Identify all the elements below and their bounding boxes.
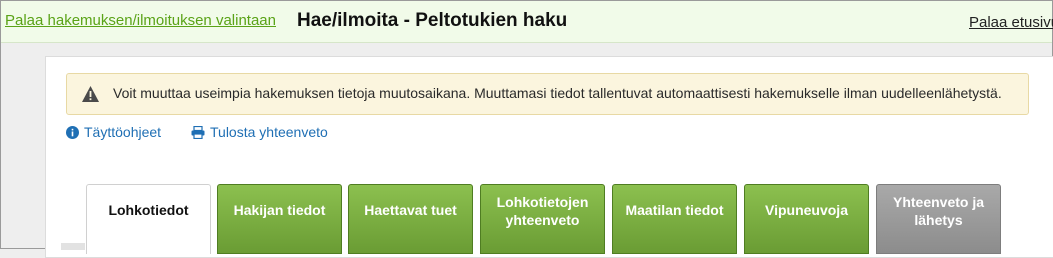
tab-maatilan-tiedot[interactable]: Maatilan tiedot — [612, 184, 737, 254]
instructions-link[interactable]: Täyttöohjeet — [66, 124, 161, 140]
tab-vipuneuvoja[interactable]: Vipuneuvoja — [744, 184, 869, 254]
tab-lohkotiedot[interactable]: Lohkotiedot — [86, 184, 211, 254]
print-summary-link[interactable]: Tulosta yhteenveto — [191, 124, 328, 140]
tab-label: Vipuneuvoja — [765, 202, 848, 218]
back-to-selection-link[interactable]: Palaa hakemuksen/ilmoituksen valintaan — [5, 12, 276, 29]
tab-label: Yhteenveto ja lähetys — [892, 194, 985, 228]
back-to-front-page-link[interactable]: Palaa etusivu — [969, 14, 1053, 31]
tab-label: Lohkotietojen yhteenveto — [496, 194, 589, 228]
instructions-link-label: Täyttöohjeet — [84, 124, 162, 140]
tab-label: Hakijan tiedot — [233, 202, 326, 218]
tab-yhteenveto-ja-lahetys[interactable]: Yhteenveto ja lähetys — [876, 184, 1001, 254]
tab-label: Haettavat tuet — [364, 202, 457, 218]
warning-triangle-icon — [82, 86, 99, 102]
tab-haettavat-tuet[interactable]: Haettavat tuet — [348, 184, 473, 254]
top-bar: Palaa hakemuksen/ilmoituksen valintaan H… — [1, 1, 1053, 43]
tab-hakijan-tiedot[interactable]: Hakijan tiedot — [217, 184, 342, 254]
page-title: Hae/ilmoita - Peltotukien haku — [297, 10, 568, 31]
info-icon — [66, 126, 79, 139]
info-notice: Voit muuttaa useimpia hakemuksen tietoja… — [66, 73, 1029, 115]
printer-icon — [191, 125, 205, 140]
notice-text: Voit muuttaa useimpia hakemuksen tietoja… — [113, 85, 1002, 101]
print-summary-link-label: Tulosta yhteenveto — [210, 124, 328, 140]
tab-lohkotietojen-yhteenveto[interactable]: Lohkotietojen yhteenveto — [480, 184, 605, 254]
main-panel: Voit muuttaa useimpia hakemuksen tietoja… — [45, 56, 1053, 258]
tab-label: Maatilan tiedot — [625, 202, 724, 218]
tab-label: Lohkotiedot — [108, 202, 189, 218]
